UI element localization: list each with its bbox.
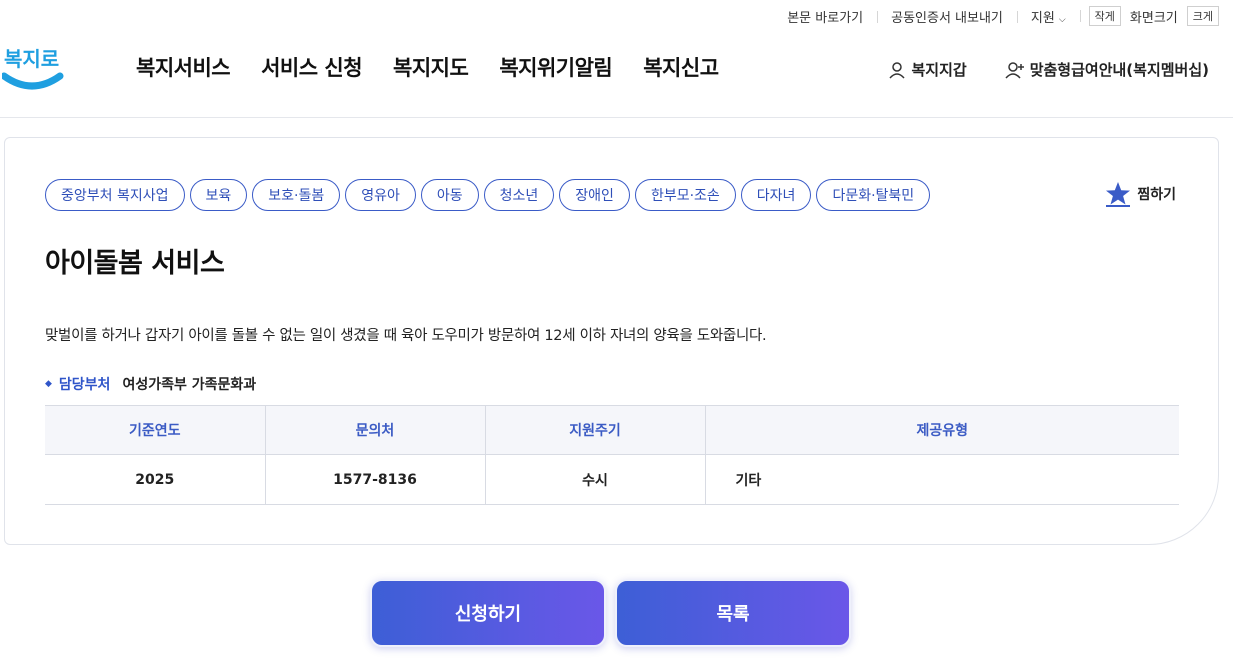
skip-to-content-link[interactable]: 본문 바로가기 [773,7,877,26]
utility-bar: 본문 바로가기 공동인증서 내보내기 지원 ⌵ 작게 화면크기 크게 [773,5,1233,27]
department-label: 담당부처 [58,377,111,393]
tag[interactable]: 아동 [420,179,479,211]
user-icon [889,61,906,79]
wallet-link[interactable]: 복지지갑 [888,59,967,80]
support-label: 지원 [1030,10,1055,26]
tag[interactable]: 영유아 [345,179,416,211]
nav-crisis-alert[interactable]: 복지위기알림 [499,52,612,82]
logo-text: 복지로 [4,47,59,71]
bullet-icon: ◆ [45,379,52,389]
service-detail-card: 중앙부처 복지사업 보육 보호·돌봄 영유아 아동 청소년 장애인 한부모·조손… [4,137,1219,545]
table-cell: 1577-8136 [264,454,485,505]
favorite-button[interactable]: 찜하기 [1105,181,1176,207]
header-right: 복지지갑 맞춤형급여안내(복지멤버십) [888,59,1209,80]
bokjiro-logo[interactable]: 복지로 [0,36,66,90]
tag[interactable]: 다자녀 [740,179,812,211]
service-description: 맞벌이를 하거나 갑자기 아이를 돌볼 수 없는 일이 생겼을 때 육아 도우미… [45,328,767,344]
favorite-label: 찜하기 [1137,187,1176,203]
divider [1079,10,1081,22]
font-size-label: 화면크기 [1129,10,1178,26]
column-header: 제공유형 [704,405,1179,455]
column-header: 기준연도 [45,405,265,455]
tag[interactable]: 중앙부처 복지사업 [45,179,185,211]
chevron-down-icon: ⌵ [1058,14,1066,25]
department-info: ◆ 담당부처 여성가족부 가족문화과 [45,374,256,394]
apply-button[interactable]: 신청하기 [370,579,606,647]
page-title: 아이돌봄 서비스 [45,248,225,279]
table-row: 2025 1577-8136 수시 기타 [45,454,1179,505]
nav-welfare-map[interactable]: 복지지도 [393,52,469,82]
column-header: 지원주기 [484,405,705,455]
action-buttons: 신청하기 목록 [370,579,851,647]
table-header-row: 기준연도 문의처 지원주기 제공유형 [45,405,1179,455]
cert-export-link[interactable]: 공동인증서 내보내기 [877,7,1017,26]
list-button[interactable]: 목록 [615,579,851,647]
service-info-table: 기준연도 문의처 지원주기 제공유형 2025 1577-8136 수시 기타 [45,405,1179,505]
user-plus-icon [1005,61,1024,79]
site-header: 복지로 복지서비스 서비스 신청 복지지도 복지위기알림 복지신고 복지지갑 맞… [0,28,1233,118]
table-cell: 수시 [484,454,705,505]
membership-label: 맞춤형급여안내(복지멤버십) [1029,61,1209,79]
tag[interactable]: 한부모·조손 [634,179,736,211]
nav-welfare-services[interactable]: 복지서비스 [136,52,231,82]
nav-welfare-report[interactable]: 복지신고 [643,52,719,82]
support-dropdown[interactable]: 지원 ⌵ [1016,7,1080,26]
tag[interactable]: 보호·돌봄 [252,179,341,211]
font-small-button[interactable]: 작게 [1088,6,1121,26]
main-nav: 복지서비스 서비스 신청 복지지도 복지위기알림 복지신고 [136,52,750,82]
star-icon [1106,182,1131,207]
wallet-label: 복지지갑 [911,61,967,79]
tag[interactable]: 다문화·탈북민 [816,179,931,211]
category-tags: 중앙부처 복지사업 보육 보호·돌봄 영유아 아동 청소년 장애인 한부모·조손… [45,179,935,211]
table-cell: 기타 [704,454,1179,505]
membership-link[interactable]: 맞춤형급여안내(복지멤버십) [1005,59,1209,80]
tag[interactable]: 보육 [189,179,248,211]
column-header: 문의처 [264,405,485,455]
tag[interactable]: 청소년 [483,179,555,211]
tag[interactable]: 장애인 [559,179,630,211]
table-cell: 2025 [45,454,265,505]
nav-service-apply[interactable]: 서비스 신청 [261,52,362,82]
font-large-button[interactable]: 크게 [1186,6,1219,26]
department-value: 여성가족부 가족문화과 [122,377,257,393]
